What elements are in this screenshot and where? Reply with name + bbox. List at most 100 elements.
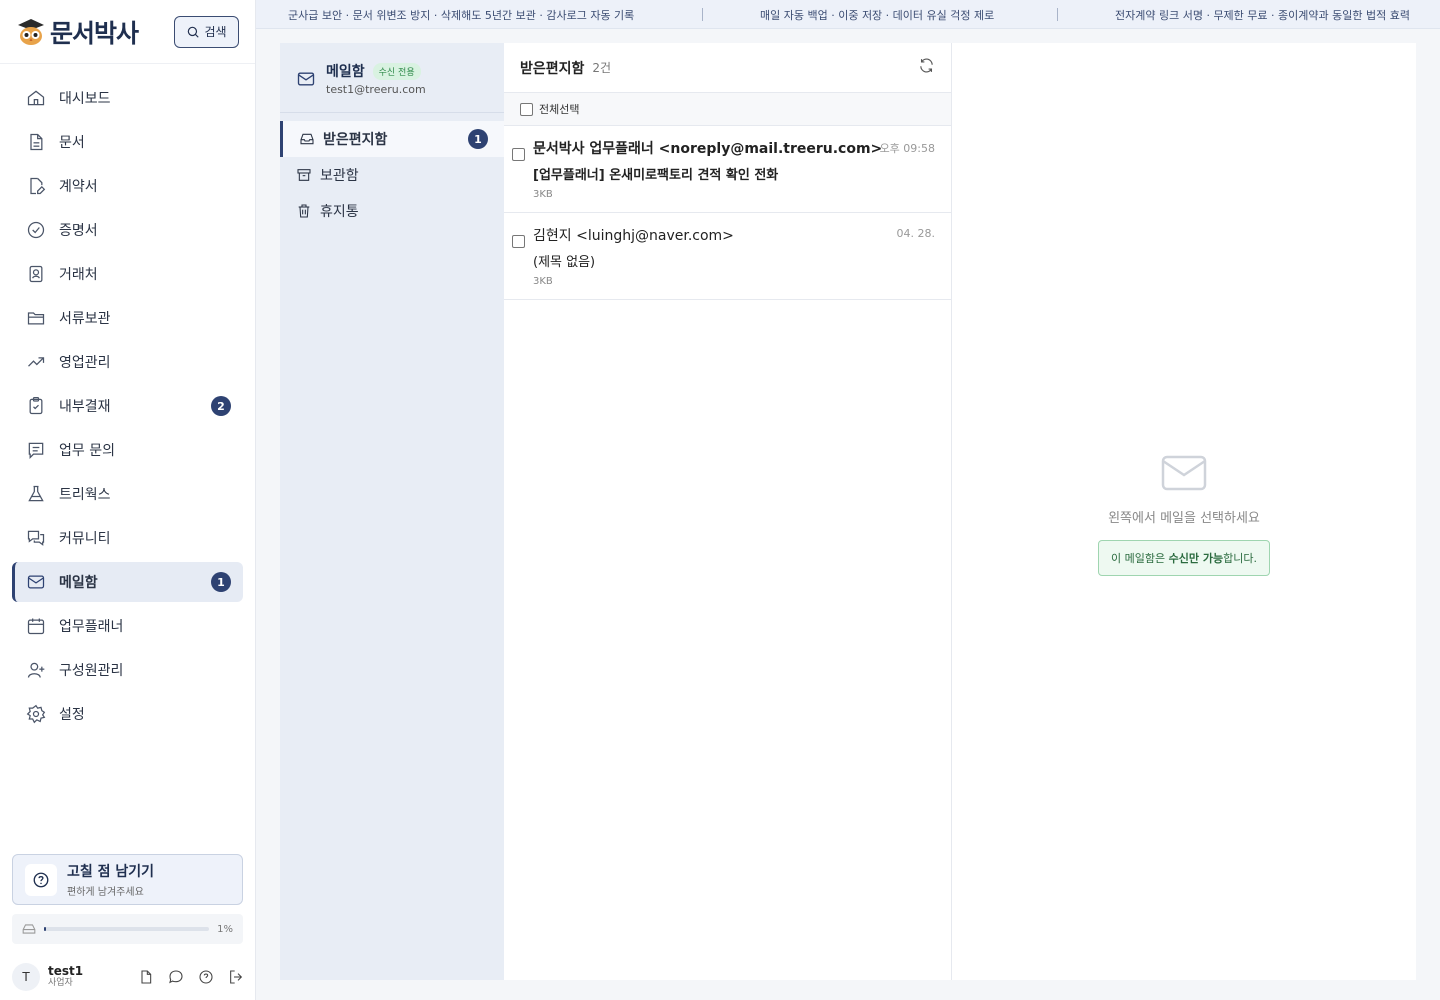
sidebar-item-dashboard[interactable]: 대시보드 <box>12 78 243 118</box>
sidebar-item-sales[interactable]: 영업관리 <box>12 342 243 382</box>
sidebar-item-label: 구성원관리 <box>59 663 124 679</box>
calendar-icon <box>27 618 45 635</box>
feedback-subtitle: 편하게 남겨주세요 <box>67 887 144 898</box>
mail-subject: (제목 없음) <box>533 255 596 270</box>
message-lines-icon <box>28 442 44 460</box>
mailbox-header: 메일함 수신 전용 test1@treeru.com <box>280 43 504 113</box>
mail-item[interactable]: 김현지 <luinghj@naver.com> (제목 없음) 3KB 04. … <box>504 213 951 300</box>
mail-time: 오후 09:58 <box>879 142 935 155</box>
app-logo[interactable]: 문서박사 <box>16 14 139 50</box>
sidebar-item-label: 업무플래너 <box>59 619 124 635</box>
divider <box>702 8 703 21</box>
receive-only-notice: 이 메일함은 수신만 가능합니다. <box>1098 540 1270 576</box>
sidebar-item-label: 설정 <box>59 707 85 723</box>
sidebar-item-settings[interactable]: 설정 <box>12 694 243 734</box>
receive-only-badge: 수신 전용 <box>372 62 421 80</box>
feedback-title: 고칠 점 남기기 <box>67 864 155 880</box>
archive-icon <box>297 169 311 181</box>
empty-state: 왼쪽에서 메일을 선택하세요 이 메일함은 수신만 가능합니다. <box>952 453 1416 576</box>
sidebar-item-mailbox[interactable]: 메일함 1 <box>12 562 243 602</box>
mailbox-folders-panel: 메일함 수신 전용 test1@treeru.com 받은편지함 1 보관함 휴… <box>280 43 504 980</box>
sidebar-item-label: 증명서 <box>59 223 98 239</box>
folder-icon <box>27 312 45 325</box>
mail-item[interactable]: 문서박사 업무플래너 <noreply@mail.treeru.com> [업무… <box>504 126 951 213</box>
clipboard-check-icon <box>29 397 43 415</box>
sidebar-item-label: 내부결재 <box>59 399 111 415</box>
mail-time: 04. 28. <box>896 227 935 240</box>
sidebar-item-clients[interactable]: 거래처 <box>12 254 243 294</box>
help-circle-icon[interactable] <box>198 969 214 985</box>
sidebar: 문서박사 검색 대시보드 문서 계약서 증명서 거래처 서류보관 영업관리 내부… <box>0 0 256 1000</box>
contract-edit-icon <box>30 177 46 195</box>
user-plus-icon <box>27 662 45 678</box>
sidebar-item-planner[interactable]: 업무플래너 <box>12 606 243 646</box>
sidebar-item-label: 서류보관 <box>59 311 111 327</box>
mail-size: 3KB <box>533 276 553 287</box>
notice-bold: 수신만 가능 <box>1168 552 1224 565</box>
sidebar-item-archive[interactable]: 서류보관 <box>12 298 243 338</box>
chat-bubble-icon[interactable] <box>168 969 184 985</box>
mail-subject: [업무플래너] 온새미로팩토리 견적 확인 전화 <box>533 168 779 183</box>
mail-placeholder-icon <box>1161 455 1207 491</box>
sidebar-item-approval[interactable]: 내부결재 2 <box>12 386 243 426</box>
announcement-econtract: 전자계약 링크 서명 · 무제한 무료 · 종이계약과 동일한 법적 효력 <box>1115 9 1410 22</box>
sidebar-item-inquiry[interactable]: 업무 문의 <box>12 430 243 470</box>
sidebar-nav: 대시보드 문서 계약서 증명서 거래처 서류보관 영업관리 내부결재 2 업무 … <box>0 64 255 734</box>
document-icon <box>30 133 43 151</box>
folder-label: 보관함 <box>320 168 359 184</box>
contact-card-icon <box>29 265 43 283</box>
chat-bubbles-icon <box>27 530 45 546</box>
refresh-icon <box>920 58 933 73</box>
flask-icon <box>28 485 44 502</box>
logout-icon[interactable] <box>228 969 244 985</box>
mail-preview-panel: 왼쪽에서 메일을 선택하세요 이 메일함은 수신만 가능합니다. <box>952 43 1416 980</box>
sidebar-item-documents[interactable]: 문서 <box>12 122 243 162</box>
mail-list-panel: 받은편지함 2건 전체선택 문서박사 업무플래너 <noreply@mail.t… <box>504 43 952 980</box>
sidebar-item-members[interactable]: 구성원관리 <box>12 650 243 690</box>
mail-checkbox[interactable] <box>512 148 525 161</box>
sidebar-item-treeworks[interactable]: 트리웍스 <box>12 474 243 514</box>
sidebar-item-community[interactable]: 커뮤니티 <box>12 518 243 558</box>
storage-progress-bar <box>44 927 210 931</box>
trend-up-icon <box>28 357 45 367</box>
folder-inbox[interactable]: 받은편지함 1 <box>280 121 504 157</box>
sidebar-item-certificates[interactable]: 증명서 <box>12 210 243 250</box>
help-bubble-icon <box>25 863 57 896</box>
folder-archive[interactable]: 보관함 <box>280 157 504 193</box>
mail-list-header: 받은편지함 2건 <box>504 43 951 93</box>
sidebar-item-contracts[interactable]: 계약서 <box>12 166 243 206</box>
mail-icon <box>297 72 315 86</box>
home-icon <box>27 90 45 106</box>
mailbox-count-badge: 1 <box>211 572 231 592</box>
trash-icon <box>298 204 310 218</box>
search-label: 검색 <box>204 25 227 39</box>
divider <box>1057 8 1058 21</box>
sidebar-item-label: 메일함 <box>59 575 98 591</box>
mailbox-address: test1@treeru.com <box>326 83 426 96</box>
refresh-button[interactable] <box>918 57 935 78</box>
app-name: 문서박사 <box>50 18 139 48</box>
announcement-backup: 매일 자동 백업 · 이중 저장 · 데이터 유실 걱정 제로 <box>760 9 995 22</box>
storage-usage: 1% <box>12 914 243 944</box>
mail-count: 2건 <box>592 61 612 75</box>
sidebar-item-label: 문서 <box>59 135 85 151</box>
mailbox-title: 메일함 <box>326 64 365 80</box>
inbox-count-badge: 1 <box>468 129 488 149</box>
mail-sender: 김현지 <luinghj@naver.com> <box>533 228 734 244</box>
mail-checkbox[interactable] <box>512 235 525 248</box>
announcement-security: 군사급 보안 · 문서 위변조 방지 · 삭제해도 5년간 보관 · 감사로그 … <box>288 9 635 22</box>
avatar[interactable]: T <box>12 963 40 991</box>
folder-trash[interactable]: 휴지통 <box>280 193 504 229</box>
sidebar-item-label: 커뮤니티 <box>59 531 111 547</box>
document-icon[interactable] <box>138 969 154 985</box>
notice-suffix: 합니다. <box>1223 552 1257 565</box>
select-all-label: 전체선택 <box>539 103 580 116</box>
notice-prefix: 이 메일함은 <box>1111 552 1169 565</box>
select-all-checkbox[interactable] <box>520 102 533 116</box>
search-button[interactable]: 검색 <box>174 15 239 48</box>
mail-sender: 문서박사 업무플래너 <noreply@mail.treeru.com> <box>533 141 883 157</box>
owl-mascot-icon <box>16 17 46 47</box>
feedback-button[interactable]: 고칠 점 남기기 편하게 남겨주세요 <box>12 854 243 905</box>
sidebar-item-label: 업무 문의 <box>59 443 115 459</box>
list-title: 받은편지함 <box>520 60 585 77</box>
